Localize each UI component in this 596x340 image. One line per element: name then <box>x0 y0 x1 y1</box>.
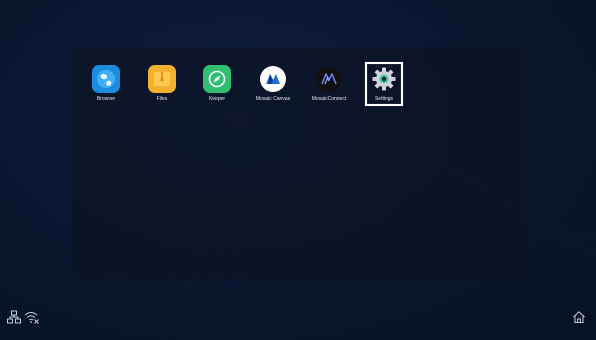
globe-icon <box>92 65 120 93</box>
app-label: MosaicConnect <box>311 96 347 102</box>
app-keeper[interactable]: Keeper <box>189 65 245 103</box>
wifi-disconnected-icon[interactable] <box>24 310 40 329</box>
compass-icon <box>203 65 231 93</box>
app-files[interactable]: Files <box>134 65 190 103</box>
app-mosaic-connect[interactable]: MosaicConnect <box>301 65 357 103</box>
wired-network-icon[interactable] <box>7 310 21 329</box>
app-label: Keeper <box>208 96 226 102</box>
app-label: Mosaic Canvas <box>255 96 291 102</box>
mosaic-canvas-icon <box>259 65 287 93</box>
app-label: Browser <box>96 96 116 102</box>
app-mosaic-canvas[interactable]: Mosaic Canvas <box>245 65 301 103</box>
app-settings[interactable]: Settings <box>362 62 406 106</box>
home-icon[interactable] <box>572 310 586 329</box>
mosaic-connect-icon <box>315 65 343 93</box>
selection-frame <box>365 62 403 106</box>
folder-icon <box>148 65 176 93</box>
app-browser[interactable]: Browser <box>78 65 134 103</box>
app-label: Files <box>156 96 168 102</box>
